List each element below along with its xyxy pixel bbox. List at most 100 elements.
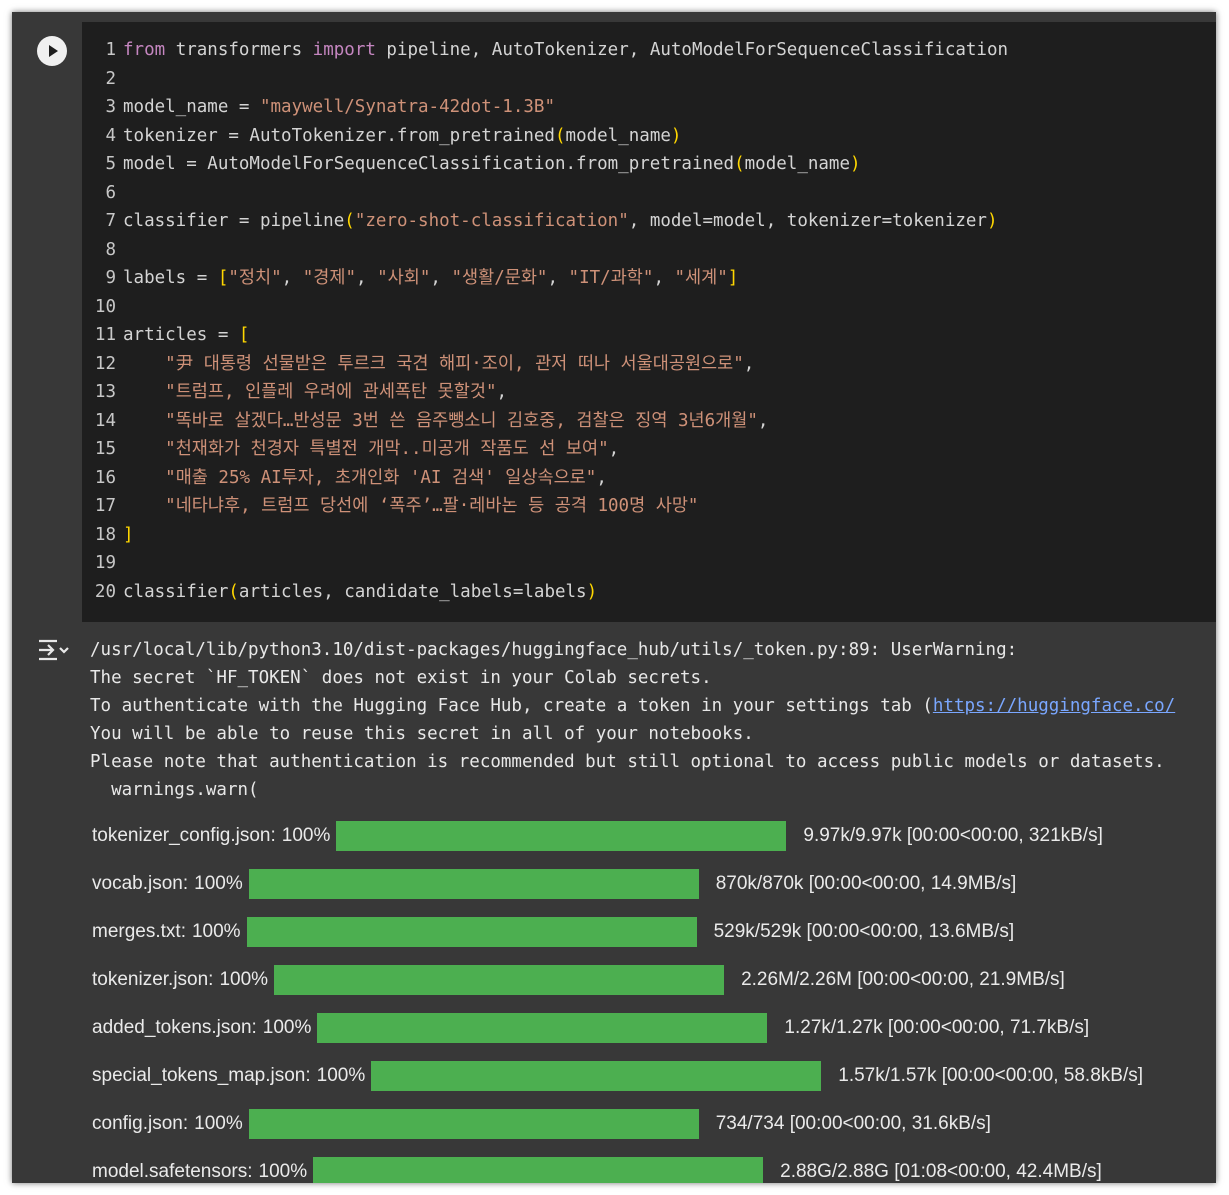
progress-stats: 734/734 [00:00<00:00, 31.6kB/s]: [715, 1113, 991, 1134]
line-number: 19: [94, 553, 116, 573]
code-string: "생활/문화": [451, 268, 548, 288]
line-number: 2: [105, 68, 116, 89]
progress-bar-fill: [317, 1013, 768, 1043]
code-string: "경제": [302, 268, 357, 288]
progress-stats: 870k/870k [00:00<00:00, 14.9MB/s]: [715, 873, 1017, 894]
code-bracket: [: [217, 268, 229, 288]
code-string: "세계": [674, 268, 728, 288]
code-editor[interactable]: 1 from transformers import pipeline, Auto…: [82, 36, 1216, 606]
file-name: merges.txt:: [92, 921, 186, 942]
code-string: "트럼프, 인플레 우려에 관세폭탄 못할것": [165, 382, 497, 402]
file-name: model.safetensors:: [92, 1161, 253, 1182]
code-token: ,: [281, 268, 303, 288]
huggingface-link[interactable]: https://huggingface.co/: [933, 696, 1175, 716]
progress-bar-fill: [248, 1109, 699, 1139]
line-number: 20: [94, 581, 116, 602]
stderr-line: warnings.warn(: [90, 780, 259, 800]
progress-bar: [248, 869, 699, 899]
code-token: model_name: [744, 154, 850, 174]
code-line: 7 classifier = pipeline("zero-shot-classi…: [82, 207, 1216, 236]
progress-percent: 100%: [316, 1065, 366, 1086]
code-line: 16 "매출 25% AI투자, 초개인화 'AI 검색' 일상속으로",: [82, 464, 1216, 493]
progress-bar-fill: [371, 1061, 822, 1091]
code-line: 9 labels = ["정치", "경제", "사회", "생활/문화", "I…: [82, 264, 1216, 293]
code-bracket: (: [228, 581, 239, 602]
code-cell[interactable]: 1 from transformers import pipeline, Auto…: [22, 22, 1216, 622]
code-token: , model=model, tokenizer=tokenizer: [628, 211, 987, 231]
code-line: 8: [82, 236, 1216, 265]
progress-bar: [248, 1109, 699, 1139]
code-string: "똑바로 살겠다…반성문 3번 쓴 음주뺑소니 김호중, 검찰은 징역 3년6개…: [165, 410, 758, 431]
progress-percent: 100%: [191, 921, 241, 942]
file-name: special_tokens_map.json:: [92, 1065, 311, 1086]
download-progress-list: tokenizer_config.json: 100% 9.97k/9.97k [0…: [92, 812, 1216, 1183]
code-bracket: ): [670, 125, 682, 146]
code-line: 11 articles = [: [82, 321, 1216, 350]
stderr-line: To authenticate with the Hugging Face Hu…: [90, 692, 1216, 720]
code-token: ,: [547, 268, 569, 288]
code-string: "maywell/Synatra-42dot-1.3B": [259, 97, 555, 117]
file-name: tokenizer.json:: [92, 969, 214, 990]
notebook-frame: 1 from transformers import pipeline, Auto…: [12, 12, 1216, 1183]
code-line: 5 model = AutoModelForSequenceClassificat…: [82, 150, 1216, 179]
download-progress-row: config.json: 100% 734/734 [00:00<00:00, 31…: [92, 1100, 1216, 1148]
code-token: ,: [743, 353, 755, 374]
code-token: classifier: [123, 581, 229, 602]
progress-bar: [317, 1013, 768, 1043]
code-token: labels =: [123, 268, 218, 288]
progress-stats: 1.57k/1.57k [00:00<00:00, 58.8kB/s]: [838, 1065, 1144, 1086]
progress-percent: 100%: [262, 1017, 312, 1038]
progress-bar-fill: [274, 965, 725, 995]
code-line: 2: [82, 65, 1216, 94]
code-string: "사회": [377, 268, 431, 288]
download-progress-row: special_tokens_map.json: 100% 1.57k/1.57k …: [92, 1052, 1216, 1100]
code-token: ,: [757, 410, 769, 431]
stderr-line: You will be able to reuse this secret in…: [90, 724, 754, 744]
progress-bar-fill: [336, 821, 787, 851]
line-number: 1: [105, 40, 116, 60]
download-progress-row: tokenizer.json: 100% 2.26M/2.26M [00:00<00…: [92, 956, 1216, 1004]
code-token: model_name =: [123, 97, 260, 117]
code-string: "네타냐후, 트럼프 당선에 ‘폭주’…팔·레바논 등 공격 100명 사망": [165, 496, 699, 516]
line-number: 4: [105, 125, 116, 146]
download-progress-row: tokenizer_config.json: 100% 9.97k/9.97k [0…: [92, 812, 1216, 860]
line-number: 8: [105, 239, 116, 260]
progress-bar-fill: [313, 1157, 764, 1183]
line-number: 5: [105, 154, 116, 174]
code-string: "매출 25% AI투자, 초개인화 'AI 검색' 일상속으로": [165, 467, 597, 488]
code-keyword: from: [123, 40, 166, 60]
progress-stats: 2.88G/2.88G [01:08<00:00, 42.4MB/s]: [780, 1161, 1102, 1182]
file-name: vocab.json:: [92, 873, 189, 894]
code-string: "IT/과학": [568, 268, 654, 288]
progress-percent: 100%: [219, 969, 269, 990]
stderr-line: /usr/local/lib/python3.10/dist-packages/…: [90, 640, 1028, 660]
code-token: transformers: [165, 40, 313, 60]
download-progress-row: model.safetensors: 100% 2.88G/2.88G [01:08…: [92, 1148, 1216, 1183]
line-number: 12: [94, 353, 116, 374]
code-bracket: (: [554, 125, 566, 146]
progress-percent: 100%: [281, 825, 331, 846]
run-cell-button[interactable]: [37, 36, 67, 66]
line-number: 7: [105, 211, 116, 231]
code-bracket: ]: [727, 268, 739, 288]
code-bracket: ]: [123, 524, 134, 545]
code-line: 13 "트럼프, 인플레 우려에 관세폭탄 못할것",: [82, 378, 1216, 407]
progress-bar: [246, 917, 697, 947]
code-line: 6: [82, 179, 1216, 208]
code-token: model_name: [565, 125, 671, 146]
progress-stats: 2.26M/2.26M [00:00<00:00, 21.9MB/s]: [741, 969, 1065, 990]
cell-gutter: [22, 22, 82, 622]
code-line: 12 "尹 대통령 선물받은 투르크 국견 해피·조이, 관저 떠나 서울대공원…: [82, 350, 1216, 379]
code-token: pipeline, AutoTokenizer, AutoModelForSeq…: [375, 40, 1009, 60]
progress-bar-fill: [248, 869, 699, 899]
progress-bar-fill: [246, 917, 697, 947]
output-toggle-button[interactable]: [36, 636, 72, 664]
code-token: ,: [496, 382, 508, 402]
line-number: 10: [94, 296, 116, 317]
progress-bar: [336, 821, 787, 851]
